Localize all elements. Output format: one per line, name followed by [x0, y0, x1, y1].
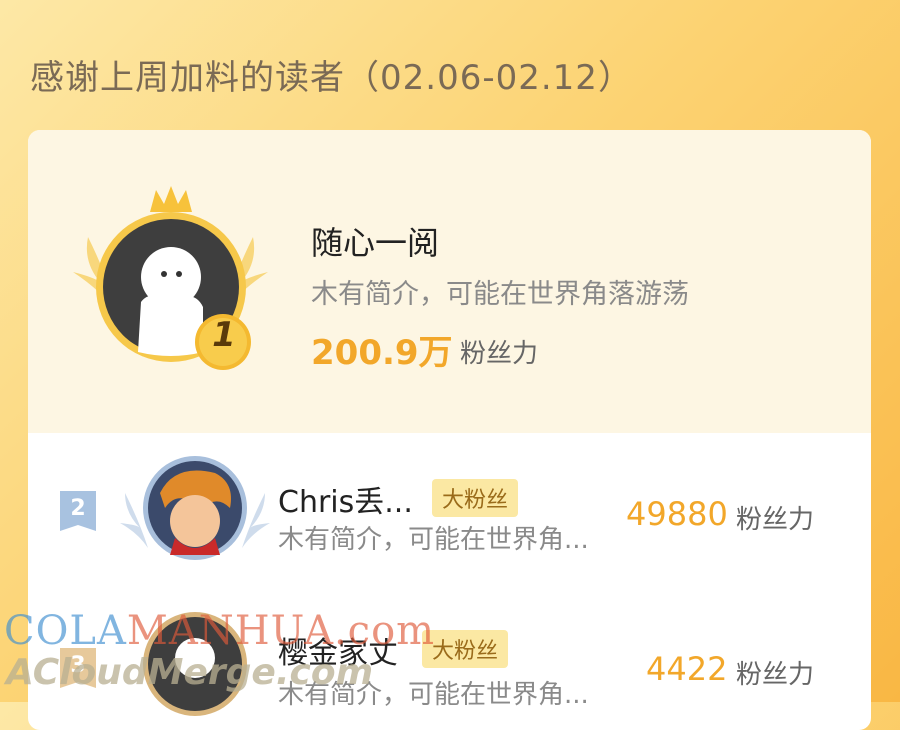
rank-number: 1 [212, 315, 236, 355]
gold-crown-avatar-icon [73, 186, 268, 370]
fan-power-label: 粉丝力 [736, 660, 815, 690]
fan-power-label: 粉丝力 [736, 505, 815, 535]
reader-name[interactable]: 随心一阅 [311, 218, 439, 264]
watermark-acloudmerge: ACloudMerge.com [6, 652, 374, 693]
watermark-colamanhua: COLAMANHUA.com [4, 608, 436, 654]
top-reader-avatar[interactable]: 1 [68, 182, 273, 372]
silver-crown-avatar-icon [120, 456, 270, 560]
reader-bio: 木有简介，可能在世界角落游荡 [311, 279, 689, 310]
top-reader-item[interactable]: 1 随心一阅 木有简介，可能在世界角落游荡 200.9万 粉丝力 [28, 130, 871, 433]
reader-avatar[interactable] [120, 453, 270, 563]
reader-bio: 木有简介，可能在世界角... [278, 525, 589, 555]
fan-power-label: 粉丝力 [460, 339, 539, 369]
fan-power-value: 49880 [626, 495, 728, 533]
list-item[interactable]: 2 Chris丢... 大粉丝 木有简介，可能在世界角... 49880 粉丝力 [28, 433, 871, 588]
reader-name[interactable]: Chris丢... [278, 477, 413, 521]
fan-power-value: 4422 [646, 650, 728, 688]
fan-power-value: 200.9万 [311, 333, 453, 373]
page-title: 感谢上周加料的读者（02.06-02.12） [30, 58, 633, 98]
big-fan-badge: 大粉丝 [432, 479, 519, 517]
rank-badge: 2 [60, 491, 96, 531]
